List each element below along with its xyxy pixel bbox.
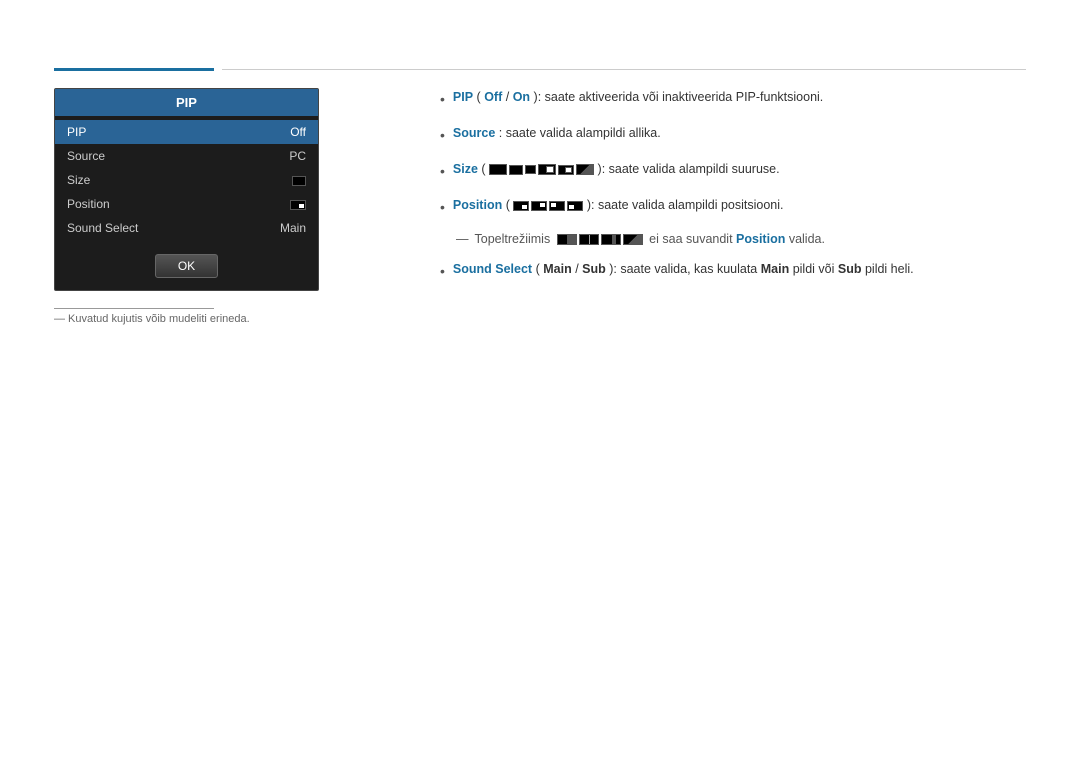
bullet-text-position: Position ( ): saate valida alampildi pos… [453,196,1026,215]
bullet-text-size: Size ( ): saate valida alampildi suuruse… [453,160,1026,179]
pos-icon-tl [549,201,565,211]
size-icon-2 [509,165,523,175]
pip-row-position-icon [290,197,306,211]
position-br-icon [290,200,306,210]
pip-row-position[interactable]: Position [55,192,318,216]
size-label: Size [453,162,478,176]
pip-text-3: ): saate aktiveerida või inaktiveerida P… [534,90,824,104]
pip-row-sound-select-value: Main [280,221,306,235]
size-icons-inline [489,164,594,175]
pip-row-size[interactable]: Size [55,168,318,192]
position-icons-inline [513,201,583,211]
sub-label-2: Sub [838,262,862,276]
pip-ok-button[interactable]: OK [155,254,218,278]
sound-select-text-5: pildi heli. [865,262,914,276]
bullet-pip: • PIP ( Off / On ): saate aktiveerida võ… [440,88,1026,110]
bullet-sound-select: • Sound Select ( Main / Sub ): saate val… [440,260,1026,282]
footnote-divider [54,308,214,309]
top-line-gray [222,69,1026,70]
bullet-text-sound-select: Sound Select ( Main / Sub ): saate valid… [453,260,1026,279]
pip-row-pip-value: Off [290,125,306,139]
sound-select-text-3: ): saate valida, kas kuulata [609,262,760,276]
bullet-list-2: • Sound Select ( Main / Sub ): saate val… [440,260,1026,282]
main-label: Main [543,262,571,276]
bullet-dot-3: • [440,161,445,182]
pip-label: PIP [453,90,473,104]
size-small-icon [292,176,306,186]
bullet-list: • PIP ( Off / On ): saate aktiveerida võ… [440,88,1026,218]
pip-row-pip-label: PIP [67,125,86,139]
sound-select-label: Sound Select [453,262,532,276]
pip-menu-box: PIP PIP Off Source PC Size Position Sou [54,88,319,291]
pip-off-label: Off [484,90,502,104]
pip-title: PIP [55,89,318,116]
size-icon-1 [489,164,507,175]
pip-menu: PIP Off Source PC Size Position Sound Se… [55,116,318,244]
sound-select-text-1: ( [536,262,540,276]
double-icon-2 [579,234,599,245]
pip-row-source[interactable]: Source PC [55,144,318,168]
pip-row-position-label: Position [67,197,110,211]
footnote: ― Kuvatud kujutis võib mudeliti erineda. [54,308,250,325]
pip-row-source-label: Source [67,149,105,163]
size-icon-3 [525,165,536,174]
position-text-0: ( [506,198,510,212]
bullet-text-pip: PIP ( Off / On ): saate aktiveerida või … [453,88,1026,107]
size-icon-5 [558,165,574,175]
size-text-0: ( [481,162,485,176]
dash-prefix: ― [456,232,469,246]
bullet-dot-1: • [440,89,445,110]
source-text: : saate valida alampildi allika. [499,126,661,140]
size-icon-diag [576,164,594,175]
double-icon-3 [601,234,621,245]
size-text: ): saate valida alampildi suuruse. [598,162,780,176]
pip-text-2: / [506,90,513,104]
top-lines [54,68,1026,71]
sound-select-text-4: pildi või [793,262,838,276]
pip-text-1: ( [477,90,481,104]
position-note: ― Topeltrežiimis ei saa suvandit Positio… [440,232,1026,246]
top-line-blue [54,68,214,71]
position-label: Position [453,198,502,212]
pos-icon-br [513,201,529,211]
position-text: ): saate valida alampildi positsiooni. [587,198,784,212]
pos-icon-tr [531,201,547,211]
bullet-dot-5: • [440,261,445,282]
bullet-source: • Source : saate valida alampildi allika… [440,124,1026,146]
pip-row-size-label: Size [67,173,90,187]
pip-row-pip[interactable]: PIP Off [55,120,318,144]
position-note-bold: Position [736,232,785,246]
main-label-2: Main [761,262,789,276]
pip-on-label: On [513,90,530,104]
position-note-text: Topeltrežiimis ei saa suvandit Position … [475,232,825,246]
bullet-size: • Size ( ): saate valida alampildi suuru… [440,160,1026,182]
sub-label: Sub [582,262,606,276]
source-label: Source [453,126,495,140]
double-icon-4 [623,234,643,245]
double-mode-icons [557,234,643,245]
pip-row-size-icon [292,173,306,187]
bullet-dot-2: • [440,125,445,146]
bullet-position: • Position ( ): saate valida alampildi p… [440,196,1026,218]
pip-ok-area: OK [55,244,318,290]
right-content: • PIP ( Off / On ): saate aktiveerida võ… [440,88,1026,296]
footnote-text: ― Kuvatud kujutis võib mudeliti erineda. [54,313,250,325]
size-icon-4 [538,164,556,175]
bullet-text-source: Source : saate valida alampildi allika. [453,124,1026,143]
pos-icon-bl [567,201,583,211]
pip-row-sound-select-label: Sound Select [67,221,138,235]
pip-row-source-value: PC [289,149,306,163]
pip-row-sound-select[interactable]: Sound Select Main [55,216,318,240]
double-icon-1 [557,234,577,245]
bullet-dot-4: • [440,197,445,218]
